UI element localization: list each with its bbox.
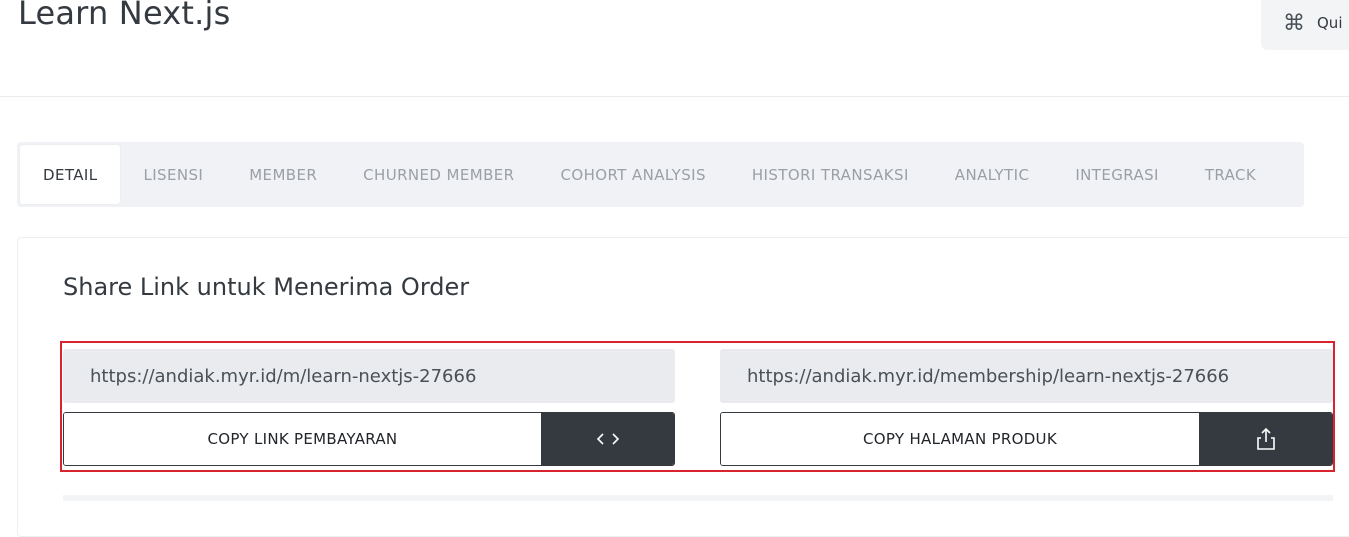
tab-member[interactable]: MEMBER	[226, 145, 340, 204]
share-button[interactable]	[1199, 413, 1332, 465]
tab-lisensi[interactable]: LISENSI	[120, 145, 226, 204]
tab-track[interactable]: TRACK	[1182, 145, 1279, 204]
embed-code-button[interactable]	[541, 413, 674, 465]
header-divider	[0, 96, 1349, 97]
tab-analytic[interactable]: ANALYTIC	[932, 145, 1053, 204]
command-icon: ⌘	[1283, 10, 1305, 36]
product-link-field[interactable]: https://andiak.myr.id/membership/learn-n…	[720, 349, 1333, 403]
tab-integrasi[interactable]: INTEGRASI	[1052, 145, 1182, 204]
page-title: Learn Next.js	[18, 0, 231, 32]
tab-cohort-analysis[interactable]: COHORT ANALYSIS	[538, 145, 729, 204]
payment-link-field[interactable]: https://andiak.myr.id/m/learn-nextjs-276…	[63, 349, 675, 403]
code-icon	[596, 433, 619, 445]
tab-churned-member[interactable]: CHURNED MEMBER	[340, 145, 537, 204]
next-section-strip	[63, 495, 1333, 501]
copy-product-page-button[interactable]: COPY HALAMAN PRODUK	[721, 413, 1199, 465]
tab-detail[interactable]: DETAIL	[20, 145, 121, 204]
copy-payment-link-button[interactable]: COPY LINK PEMBAYARAN	[64, 413, 541, 465]
tab-bar: DETAIL LISENSI MEMBER CHURNED MEMBER COH…	[17, 142, 1304, 207]
quick-search-button[interactable]: ⌘ Qui	[1261, 0, 1349, 50]
quick-search-label: Qui	[1317, 14, 1343, 32]
product-copy-group: COPY HALAMAN PRODUK	[720, 412, 1333, 466]
payment-copy-group: COPY LINK PEMBAYARAN	[63, 412, 675, 466]
share-icon	[1256, 427, 1275, 450]
share-section-title: Share Link untuk Menerima Order	[63, 273, 470, 301]
tab-histori-transaksi[interactable]: HISTORI TRANSAKSI	[729, 145, 932, 204]
